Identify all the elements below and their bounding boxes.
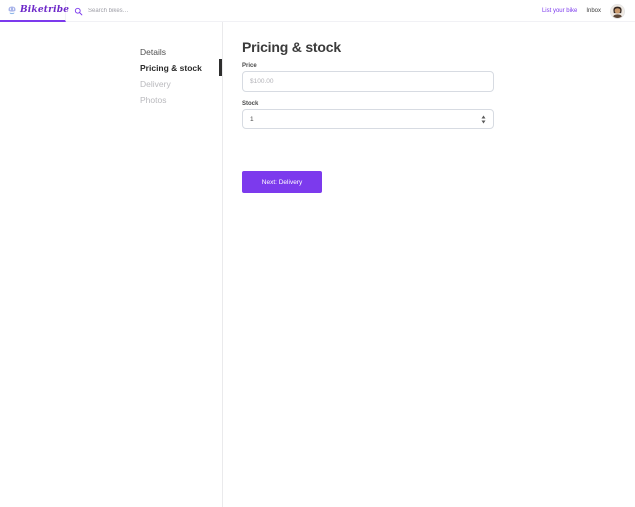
topbar: Biketribe List your bike Inbox [0, 0, 635, 22]
list-your-bike-link[interactable]: List your bike [542, 8, 577, 14]
price-label: Price [242, 63, 257, 69]
search-bar [74, 0, 238, 22]
inbox-link[interactable]: Inbox [586, 8, 601, 14]
topbar-right: List your bike Inbox [542, 0, 625, 22]
price-input[interactable] [242, 71, 494, 92]
stock-value: 1 [250, 115, 254, 123]
brand-name: Biketribe [20, 5, 70, 15]
search-icon [74, 7, 83, 15]
listing-wizard-page: Biketribe List your bike Inbox [0, 0, 635, 507]
user-avatar[interactable] [610, 3, 625, 19]
stock-label: Stock [242, 101, 259, 107]
search-input[interactable] [88, 8, 238, 14]
stepper-arrows-icon [481, 115, 486, 123]
step-photos: Photos [140, 95, 167, 105]
wizard-steps-nav: Details Pricing & stock Delivery Photos [140, 44, 218, 108]
page-title: Pricing & stock [242, 39, 341, 55]
step-pricing-and-stock[interactable]: Pricing & stock [140, 60, 218, 76]
step-details[interactable]: Details [140, 44, 218, 60]
stock-select[interactable]: 1 [242, 109, 494, 129]
step-delivery: Delivery [140, 79, 171, 89]
active-step-indicator [219, 59, 222, 76]
content-divider [222, 22, 223, 507]
brand-logo[interactable]: Biketribe [0, 0, 70, 22]
bike-helmet-icon [8, 6, 16, 15]
next-delivery-button[interactable]: Next: Delivery [242, 171, 322, 193]
